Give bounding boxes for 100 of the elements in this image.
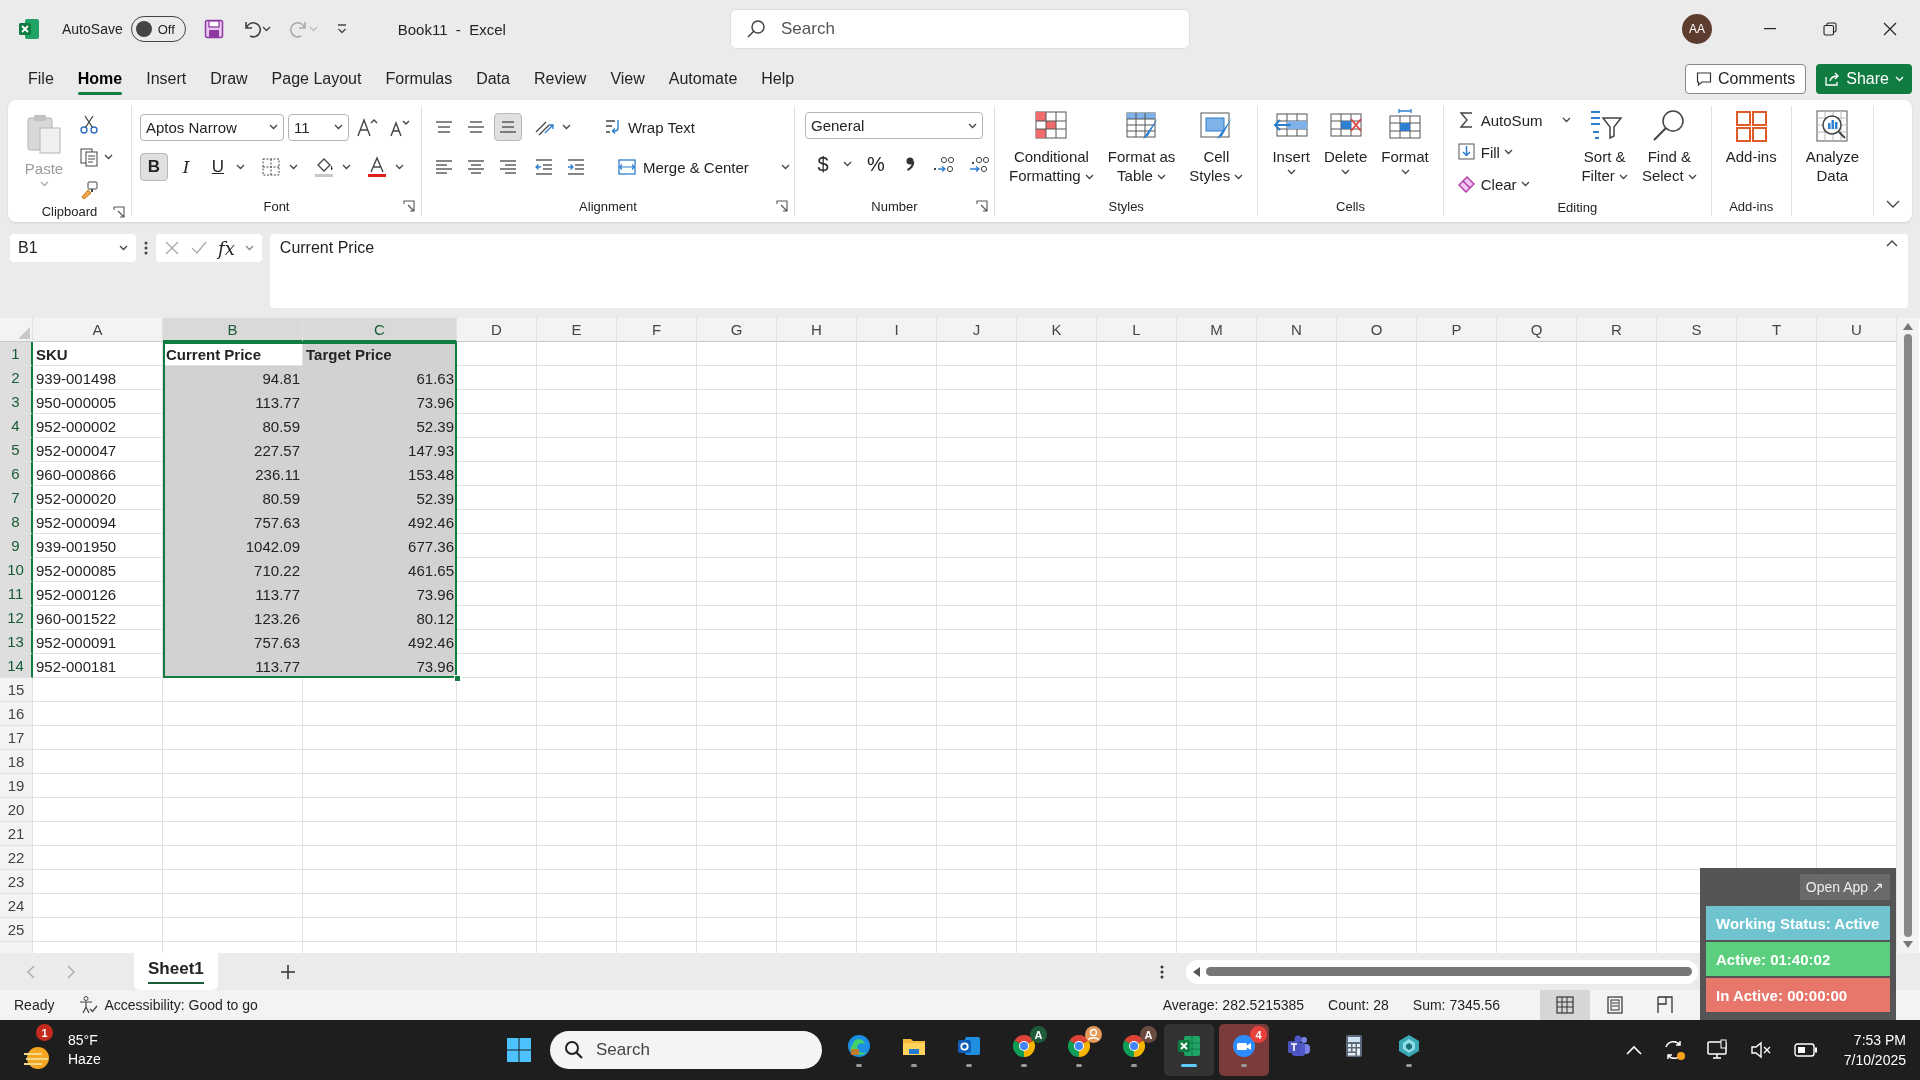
chevron-up-icon[interactable]	[1625, 1045, 1642, 1055]
menu-tab[interactable]: View	[598, 60, 657, 98]
row-header[interactable]: 4	[0, 414, 33, 438]
merge-center-button[interactable]: Merge & Center	[614, 153, 793, 181]
column-header[interactable]: K	[1017, 318, 1097, 342]
dialog-launcher-icon[interactable]	[113, 205, 125, 218]
sheet-tab[interactable]: Sheet1	[134, 953, 218, 990]
column-header[interactable]: C	[303, 318, 457, 342]
insert-button[interactable]: Insert	[1268, 106, 1314, 196]
column-header[interactable]: L	[1097, 318, 1177, 342]
scroll-up-icon[interactable]	[1903, 322, 1913, 330]
menu-tab[interactable]: Home	[65, 60, 135, 98]
italic-button[interactable]: I	[172, 153, 200, 181]
caret-icon[interactable]	[395, 164, 404, 170]
row-header[interactable]: 20	[0, 798, 33, 822]
fill-button[interactable]: Fill	[1453, 138, 1516, 166]
more-icon[interactable]	[144, 241, 148, 255]
column-header[interactable]: H	[777, 318, 857, 342]
column-header[interactable]: T	[1737, 318, 1817, 342]
column-header[interactable]: U	[1817, 318, 1897, 342]
font-name-dropdown[interactable]: Aptos Narrow	[140, 113, 284, 141]
sort-filter-button[interactable]: Sort & Filter	[1577, 106, 1632, 198]
caret-icon[interactable]	[843, 161, 852, 167]
row-header[interactable]: 18	[0, 750, 33, 774]
row-header[interactable]: 16	[0, 702, 33, 726]
caret-icon[interactable]	[104, 154, 113, 160]
conditional-formatting-button[interactable]: Conditional Formatting	[1005, 106, 1098, 196]
row-header[interactable]: 6	[0, 462, 33, 486]
column-header[interactable]: S	[1657, 318, 1737, 342]
row-header[interactable]: 2	[0, 366, 33, 390]
column-header[interactable]: N	[1257, 318, 1337, 342]
percent-button[interactable]: %	[862, 150, 890, 178]
row-header[interactable]: 25	[0, 918, 33, 942]
row-header[interactable]: 22	[0, 846, 33, 870]
row-header[interactable]: 17	[0, 726, 33, 750]
caret-icon[interactable]	[562, 124, 571, 130]
column-header[interactable]: G	[697, 318, 777, 342]
caret-icon[interactable]	[342, 164, 351, 170]
column-header[interactable]: Q	[1497, 318, 1577, 342]
menu-tab[interactable]: Draw	[198, 60, 260, 98]
row-header[interactable]: 8	[0, 510, 33, 534]
caret-icon[interactable]	[236, 164, 245, 170]
column-header[interactable]: P	[1417, 318, 1497, 342]
row-header[interactable]: 14	[0, 654, 33, 678]
search-field[interactable]: Search	[730, 9, 1190, 49]
row-header[interactable]: 15	[0, 678, 33, 702]
comments-button[interactable]: Comments	[1684, 64, 1807, 94]
format-button[interactable]: Format	[1377, 106, 1433, 196]
row-header[interactable]: 19	[0, 774, 33, 798]
insert-function-button[interactable]: fx	[218, 237, 235, 259]
menu-tab[interactable]: File	[16, 60, 66, 98]
analyze-data-button[interactable]: Analyze Data	[1801, 106, 1863, 196]
dialog-launcher-icon[interactable]	[976, 200, 988, 212]
currency-button[interactable]: $	[809, 150, 837, 178]
column-header[interactable]: E	[537, 318, 617, 342]
column-header[interactable]: M	[1177, 318, 1257, 342]
column-header[interactable]: B	[163, 318, 303, 342]
column-header[interactable]: D	[457, 318, 537, 342]
column-header[interactable]: I	[857, 318, 937, 342]
battery-icon[interactable]	[1793, 1043, 1818, 1057]
row-header[interactable]: 23	[0, 870, 33, 894]
clear-button[interactable]: Clear	[1453, 170, 1533, 198]
format-as-table-button[interactable]: Format as Table	[1103, 106, 1180, 196]
avatar[interactable]: AA	[1682, 14, 1712, 44]
menu-tab[interactable]: Review	[521, 60, 599, 98]
save-button[interactable]	[203, 19, 224, 39]
bold-button[interactable]: B	[140, 153, 168, 181]
delete-button[interactable]: Delete	[1319, 106, 1372, 196]
row-header[interactable]: 24	[0, 894, 33, 918]
dialog-launcher-icon[interactable]	[776, 200, 788, 212]
row-header[interactable]: 11	[0, 582, 33, 606]
row-header[interactable]: 1	[0, 342, 33, 366]
taskbar-search-field[interactable]: Search	[550, 1031, 822, 1069]
cell-styles-button[interactable]: Cell Styles	[1185, 106, 1248, 196]
scrollbar-thumb[interactable]	[1904, 334, 1912, 937]
row-header[interactable]: 10	[0, 558, 33, 582]
formula-field[interactable]: Current Price	[269, 234, 1908, 308]
menu-tab[interactable]: Data	[464, 60, 522, 98]
clock[interactable]: 7:53 PM 7/10/2025	[1843, 1030, 1906, 1070]
number-format-dropdown[interactable]: General	[805, 112, 983, 139]
menu-tab[interactable]: Insert	[134, 60, 199, 98]
caret-icon[interactable]	[261, 26, 271, 32]
scrollbar-thumb[interactable]	[1206, 967, 1692, 976]
more-icon[interactable]	[1160, 964, 1164, 979]
scroll-down-icon[interactable]	[1903, 941, 1913, 949]
normal-view-button[interactable]	[1540, 990, 1590, 1020]
taskbar-app[interactable]: 4	[1219, 1024, 1269, 1076]
caret-icon[interactable]	[289, 164, 298, 170]
column-header[interactable]: J	[937, 318, 1017, 342]
collapse-ribbon-icon[interactable]	[1886, 200, 1900, 208]
scroll-left-icon[interactable]	[1192, 966, 1200, 977]
find-select-button[interactable]: Find & Select	[1637, 106, 1701, 198]
row-header[interactable]: 5	[0, 438, 33, 462]
bottom-align-button[interactable]	[494, 113, 522, 141]
row-header[interactable]: 3	[0, 390, 33, 414]
wrap-text-button[interactable]: Wrap Text	[601, 113, 698, 141]
fill-handle[interactable]	[454, 675, 461, 682]
menu-tab[interactable]: Automate	[656, 60, 750, 98]
customize-toolbar-button[interactable]	[335, 23, 348, 35]
font-size-dropdown[interactable]: 11	[288, 113, 349, 141]
